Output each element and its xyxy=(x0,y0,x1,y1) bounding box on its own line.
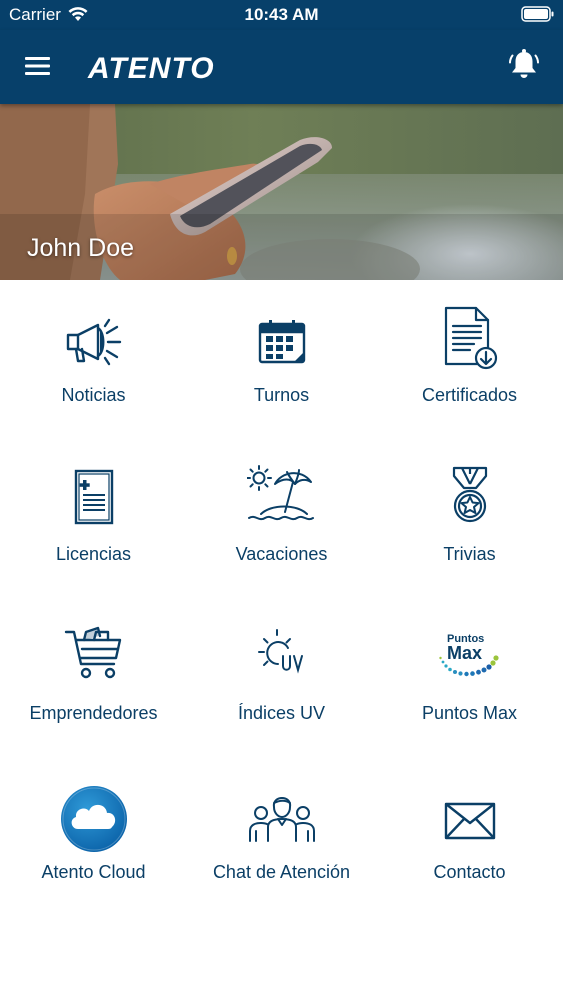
atento-logo: ATENTO xyxy=(86,47,231,92)
menu-item-label: Contacto xyxy=(433,862,506,882)
menu-item-label: Atento Cloud xyxy=(41,862,146,882)
menu-item-certificados[interactable]: Certificados xyxy=(376,280,563,439)
menu-item-label: Puntos Max xyxy=(421,703,518,723)
cloud-icon xyxy=(60,786,127,852)
megaphone-icon xyxy=(66,318,121,366)
menu-item-contacto[interactable]: Contacto xyxy=(376,757,563,916)
menu-item-label: Licencias xyxy=(55,544,132,564)
status-bar: Carrier 10:43 AM xyxy=(0,0,563,30)
menu-item-label: Emprendedores xyxy=(29,703,158,723)
medal-icon xyxy=(452,466,487,523)
svg-text:ATENTO: ATENTO xyxy=(87,52,215,85)
envelope-icon xyxy=(444,802,495,840)
menu-item-trivias[interactable]: Trivias xyxy=(376,439,563,598)
menu-item-label: Vacaciones xyxy=(235,544,328,564)
menu-item-licencias[interactable]: Licencias xyxy=(0,439,187,598)
calendar-icon xyxy=(258,320,305,364)
battery-icon xyxy=(521,6,555,27)
hamburger-menu-icon[interactable] xyxy=(22,52,54,80)
menu-item-indices-uv[interactable]: Índices UV xyxy=(188,598,375,757)
app-screen: Carrier 10:43 AM ATENTO John Doe Noticia… xyxy=(0,0,563,1000)
menu-item-label: Turnos xyxy=(253,385,310,405)
menu-item-label: Certificados xyxy=(421,385,518,405)
menu-item-label: Trivias xyxy=(443,544,496,564)
user-name: John Doe xyxy=(27,234,135,262)
menu-item-noticias[interactable]: Noticias xyxy=(0,280,187,439)
bell-icon[interactable] xyxy=(507,47,541,83)
people-group-icon xyxy=(248,797,315,842)
certificate-download-icon xyxy=(444,306,497,370)
navigation-bar: ATENTO xyxy=(0,30,563,104)
shopping-cart-icon xyxy=(64,626,121,679)
medical-document-icon xyxy=(74,469,113,525)
profile-hero-image: John Doe xyxy=(0,104,563,280)
menu-item-emprendedores[interactable]: Emprendedores xyxy=(0,598,187,757)
clock-label: 10:43 AM xyxy=(244,5,319,24)
puntos-max-logo: Puntos Max xyxy=(438,633,499,677)
menu-item-atento-cloud[interactable]: Atento Cloud xyxy=(0,757,187,916)
svg-text:Max: Max xyxy=(447,643,482,663)
menu-item-turnos[interactable]: Turnos xyxy=(188,280,375,439)
menu-item-label: Chat de Atención xyxy=(212,862,351,882)
menu-item-vacaciones[interactable]: Vacaciones xyxy=(188,439,375,598)
sun-uv-icon xyxy=(257,629,303,674)
menu-item-chat-de-atencion[interactable]: Chat de Atención xyxy=(188,757,375,916)
menu-item-puntos-max[interactable]: Puntos Max Puntos Max xyxy=(376,598,563,757)
beach-umbrella-icon xyxy=(246,465,314,521)
menu-item-label: Noticias xyxy=(61,385,126,405)
menu-item-label: Índices UV xyxy=(237,703,326,723)
